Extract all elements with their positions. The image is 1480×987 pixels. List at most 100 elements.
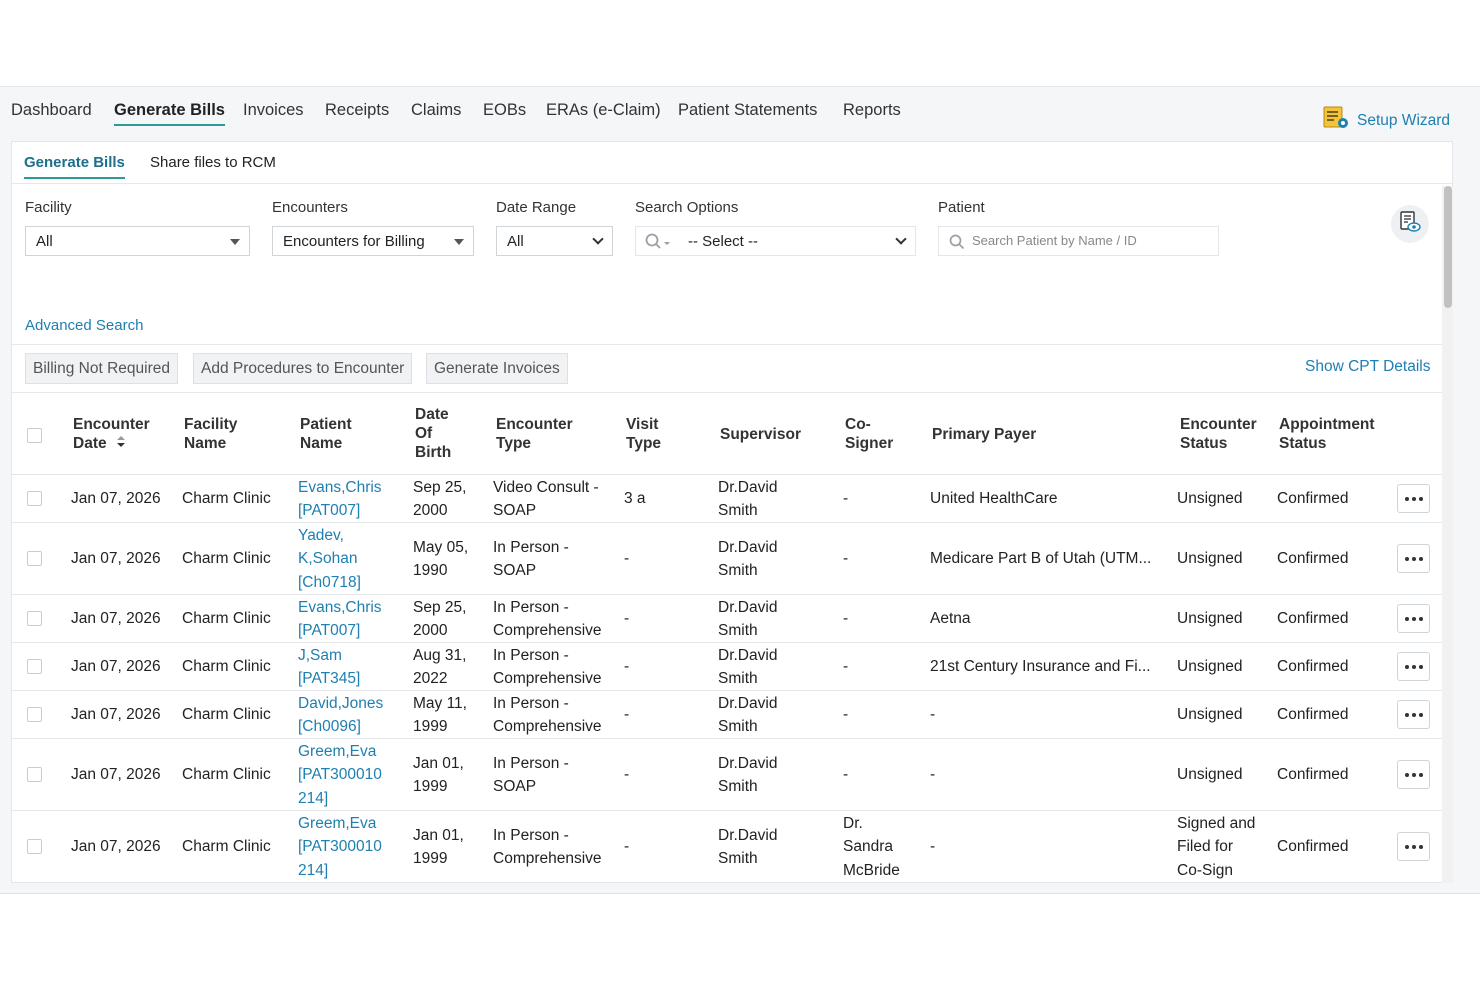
generate-invoices-button[interactable]: Generate Invoices bbox=[426, 353, 568, 384]
vertical-scrollbar[interactable] bbox=[1442, 186, 1453, 883]
facility-name-line: Charm Clinic bbox=[182, 706, 271, 724]
visit-type: - bbox=[624, 835, 629, 859]
patient-name-link[interactable]: Yadev, K,Sohan [Ch0718] bbox=[298, 524, 361, 595]
row-checkbox[interactable] bbox=[27, 491, 42, 506]
encounter-date: Jan 07, 2026 bbox=[71, 703, 161, 727]
patient-name-link-line: [Ch0718] bbox=[298, 573, 361, 591]
facility-name: Charm Clinic bbox=[182, 835, 271, 859]
row-checkbox[interactable] bbox=[27, 839, 42, 854]
table-row[interactable]: Jan 07, 2026 Charm Clinic Evans,Chris [PAT0… bbox=[12, 595, 1442, 643]
primary-payer: - bbox=[930, 763, 935, 787]
date-range-select-value: All bbox=[507, 233, 524, 250]
row-checkbox[interactable] bbox=[27, 707, 42, 722]
search-options-select[interactable]: -- Select -- bbox=[635, 226, 916, 256]
patient-name-link[interactable]: David,Jones [Ch0096] bbox=[298, 692, 383, 739]
more-options-button[interactable] bbox=[1397, 652, 1430, 681]
advanced-search-link[interactable]: Advanced Search bbox=[25, 317, 143, 334]
more-options-button[interactable] bbox=[1397, 484, 1430, 513]
encounter-status-line: Unsigned bbox=[1177, 490, 1243, 508]
facility-label: Facility bbox=[25, 199, 72, 216]
nav-eobs[interactable]: EOBs bbox=[483, 101, 526, 120]
encounter-date-line: Jan 07, 2026 bbox=[71, 658, 161, 676]
encounter-date: Jan 07, 2026 bbox=[71, 487, 161, 511]
dot bbox=[1418, 844, 1423, 849]
patient-name-link[interactable]: Greem,Eva [PAT300010 214] bbox=[298, 812, 382, 882]
row-checkbox[interactable] bbox=[27, 611, 42, 626]
primary-payer: 21st Century Insurance and Fi... bbox=[930, 655, 1151, 679]
header-encounter-date[interactable]: Encounter Date bbox=[73, 415, 150, 453]
table-row[interactable]: Jan 07, 2026 Charm Clinic David,Jones [Ch00… bbox=[12, 691, 1442, 739]
more-options-button[interactable] bbox=[1397, 760, 1430, 789]
facility-select[interactable]: All bbox=[25, 226, 250, 256]
facility-name-line: Charm Clinic bbox=[182, 490, 271, 508]
encounter-type: In Person - SOAP bbox=[493, 536, 569, 583]
date-of-birth: May 11, 1999 bbox=[413, 692, 467, 739]
patient-search-input[interactable]: Search Patient by Name / ID bbox=[938, 226, 1219, 256]
encounter-type: In Person - Comprehensive bbox=[493, 692, 602, 739]
encounter-date-line: Jan 07, 2026 bbox=[71, 766, 161, 784]
encounters-select[interactable]: Encounters for Billing bbox=[272, 226, 474, 256]
generate-bills-panel: Generate Bills Share files to RCM Facili… bbox=[11, 141, 1453, 883]
subtab-generate-bills[interactable]: Generate Bills bbox=[24, 154, 125, 179]
show-cpt-details-link[interactable]: Show CPT Details bbox=[1305, 358, 1430, 376]
patient-name-link[interactable]: Greem,Eva [PAT300010 214] bbox=[298, 740, 382, 811]
row-checkbox[interactable] bbox=[27, 551, 42, 566]
dot bbox=[1418, 496, 1423, 501]
more-options-button[interactable] bbox=[1397, 832, 1430, 861]
nav-invoices[interactable]: Invoices bbox=[243, 101, 304, 120]
nav-generate-bills[interactable]: Generate Bills bbox=[114, 101, 225, 126]
date-of-birth: Sep 25, 2000 bbox=[413, 596, 466, 643]
header-text: Status bbox=[1180, 435, 1228, 452]
add-procedures-button[interactable]: Add Procedures to Encounter bbox=[193, 353, 413, 384]
nav-patient-statements[interactable]: Patient Statements bbox=[678, 101, 817, 120]
table-row[interactable]: Jan 07, 2026 Charm Clinic J,Sam [PAT345] Aug… bbox=[12, 643, 1442, 691]
visit-type-line: - bbox=[624, 550, 630, 568]
patient-name-link[interactable]: J,Sam [PAT345] bbox=[298, 644, 360, 691]
date-of-birth-line: Sep 25, bbox=[413, 478, 467, 496]
supervisor-line: Smith bbox=[718, 622, 758, 639]
primary-payer-line: Medicare Part B of Utah (UTM... bbox=[930, 550, 1152, 568]
header-dob: Date Of Birth bbox=[415, 405, 451, 462]
date-of-birth-line: 2000 bbox=[413, 622, 448, 639]
facility-name: Charm Clinic bbox=[182, 763, 271, 787]
patient-name-link-line: Evans,Chris bbox=[298, 598, 382, 616]
date-of-birth-line: 1999 bbox=[413, 850, 448, 867]
nav-dashboard[interactable]: Dashboard bbox=[11, 101, 92, 120]
appointment-status-line: Confirmed bbox=[1277, 838, 1349, 856]
co-signer-line: - bbox=[843, 706, 849, 724]
patient-name-link-line: [PAT345] bbox=[298, 670, 361, 687]
setup-wizard-link[interactable]: Setup Wizard bbox=[1323, 105, 1450, 136]
nav-eras[interactable]: ERAs (e-Claim) bbox=[546, 101, 661, 120]
more-options-button[interactable] bbox=[1397, 700, 1430, 729]
more-options-button[interactable] bbox=[1397, 544, 1430, 573]
dot bbox=[1404, 712, 1409, 717]
co-signer: - bbox=[843, 703, 848, 727]
table-row[interactable]: Jan 07, 2026 Charm Clinic Yadev, K,Sohan [Ch… bbox=[12, 523, 1442, 595]
select-all-checkbox[interactable] bbox=[27, 428, 42, 443]
view-list-button[interactable] bbox=[1391, 205, 1429, 243]
billing-not-required-button[interactable]: Billing Not Required bbox=[25, 353, 178, 384]
subtab-share-files[interactable]: Share files to RCM bbox=[150, 154, 276, 171]
patient-name-link[interactable]: Evans,Chris [PAT007] bbox=[298, 476, 382, 523]
nav-receipts[interactable]: Receipts bbox=[325, 101, 389, 120]
row-checkbox[interactable] bbox=[27, 659, 42, 674]
nav-claims[interactable]: Claims bbox=[411, 101, 461, 120]
appointment-status-line: Confirmed bbox=[1277, 550, 1349, 568]
table-row[interactable]: Jan 07, 2026 Charm Clinic Evans,Chris [PAT0… bbox=[12, 475, 1442, 523]
facility-name: Charm Clinic bbox=[182, 487, 271, 511]
scrollbar-thumb[interactable] bbox=[1444, 186, 1452, 308]
table-row[interactable]: Jan 07, 2026 Charm Clinic Greem,Eva [PAT300… bbox=[12, 811, 1442, 882]
row-checkbox[interactable] bbox=[27, 767, 42, 782]
date-of-birth-line: 1999 bbox=[413, 718, 448, 735]
dot bbox=[1404, 616, 1409, 621]
nav-reports[interactable]: Reports bbox=[843, 101, 901, 120]
header-text: Encounter bbox=[496, 416, 573, 433]
patient-name-link[interactable]: Evans,Chris [PAT007] bbox=[298, 596, 382, 643]
more-options-button[interactable] bbox=[1397, 604, 1430, 633]
date-range-select[interactable]: All bbox=[496, 226, 613, 256]
date-of-birth: Aug 31, 2022 bbox=[413, 644, 466, 691]
table-row[interactable]: Jan 07, 2026 Charm Clinic Greem,Eva [PAT300… bbox=[12, 739, 1442, 811]
encounter-type-line: In Person - bbox=[493, 646, 569, 664]
header-patient-name: Patient Name bbox=[300, 415, 352, 453]
header-text: Appointment bbox=[1279, 416, 1375, 433]
